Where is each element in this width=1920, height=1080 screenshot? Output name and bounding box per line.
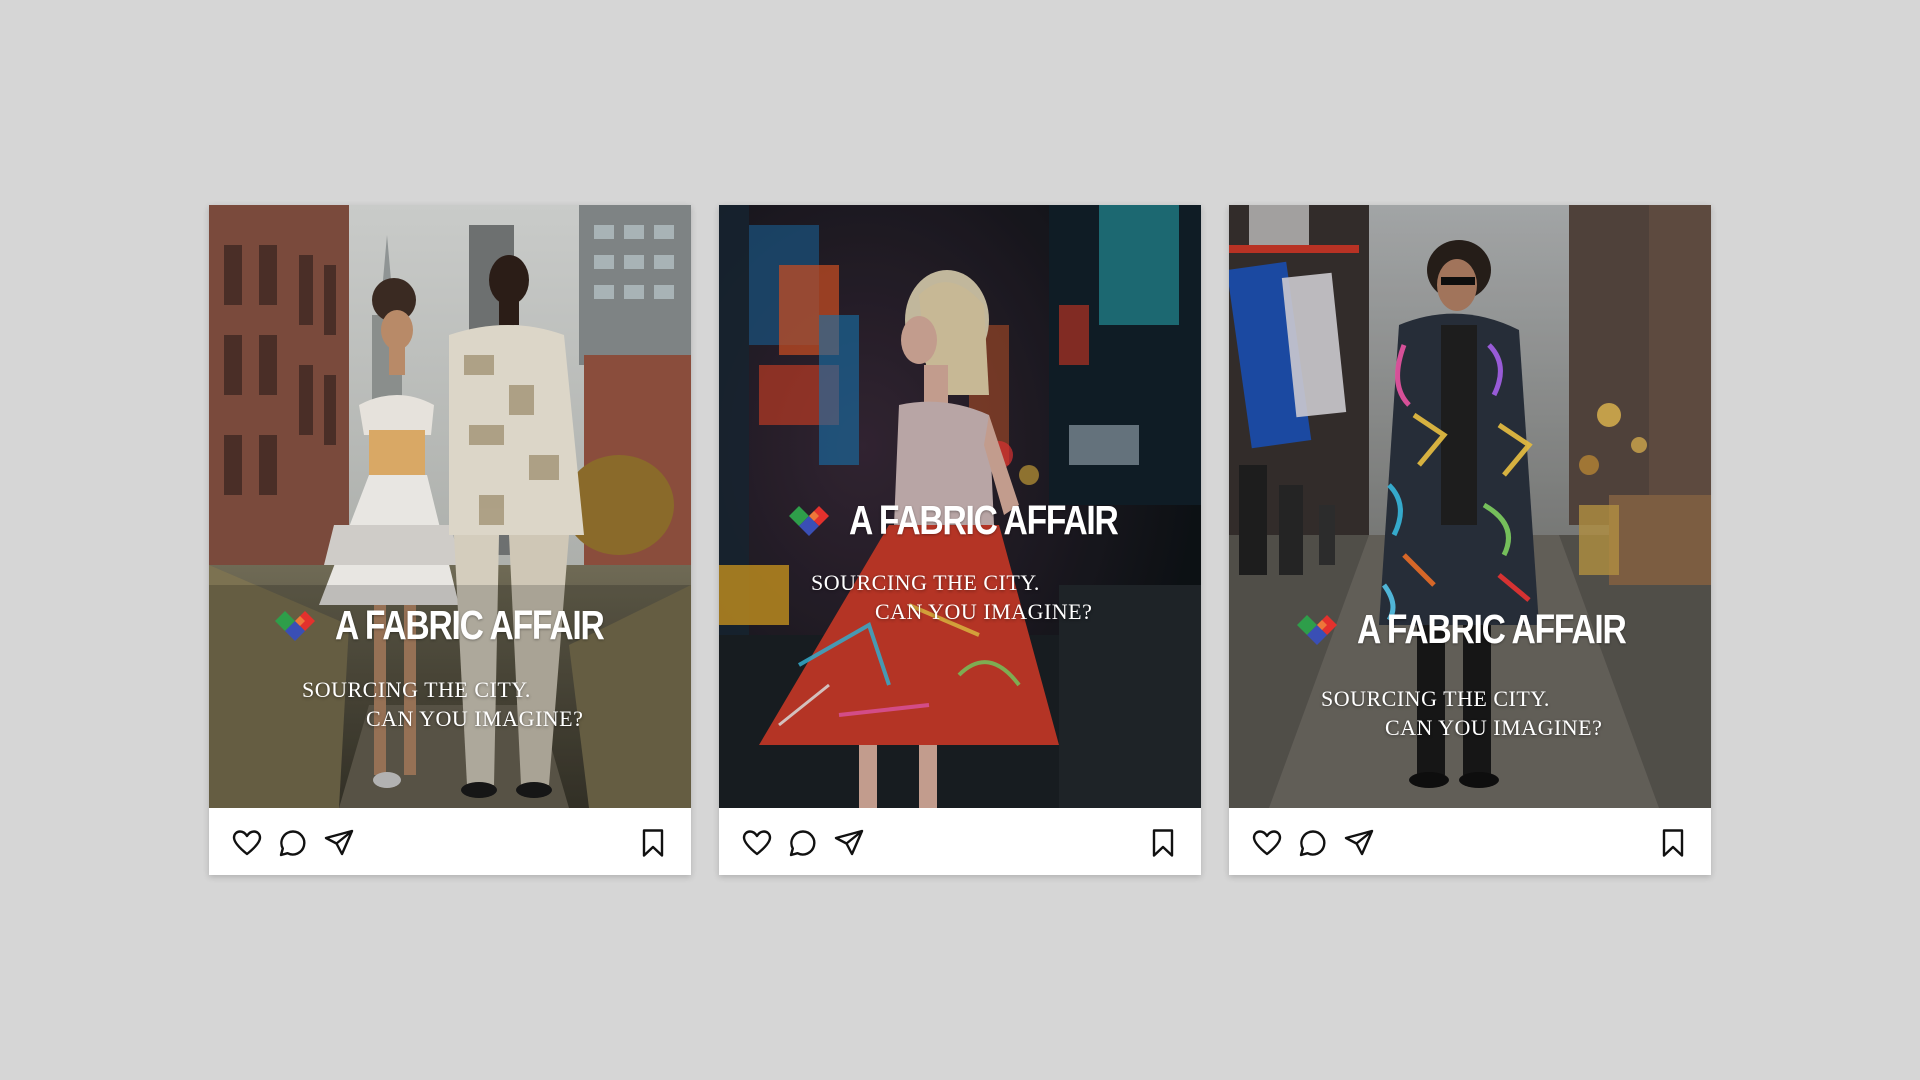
instagram-post-2: A FABRIC AFFAIR SOURCING THE CITY. CAN Y… [719, 205, 1201, 875]
brand-lockup: A FABRIC AFFAIR [1297, 606, 1685, 653]
post-action-bar [209, 808, 691, 875]
post-tagline: SOURCING THE CITY. CAN YOU IMAGINE? [1321, 684, 1602, 742]
comment-icon[interactable] [277, 827, 309, 859]
tagline-line-1: SOURCING THE CITY. [811, 570, 1040, 595]
brand-wordmark: A FABRIC AFFAIR [849, 497, 1119, 543]
brand-wordmark: A FABRIC AFFAIR [335, 602, 605, 648]
logo-icon [789, 505, 829, 536]
logo-icon [275, 610, 315, 641]
heart-icon[interactable] [741, 827, 773, 859]
brand-lockup: A FABRIC AFFAIR [789, 497, 1177, 544]
bookmark-icon[interactable] [637, 827, 669, 859]
tagline-line-2: CAN YOU IMAGINE? [875, 599, 1093, 624]
comment-icon[interactable] [787, 827, 819, 859]
share-icon[interactable] [833, 827, 865, 859]
post-photo-woman-neon-dress[interactable]: A FABRIC AFFAIR SOURCING THE CITY. CAN Y… [719, 205, 1201, 808]
share-icon[interactable] [323, 827, 355, 859]
heart-icon[interactable] [1251, 827, 1283, 859]
tagline-line-2: CAN YOU IMAGINE? [366, 706, 584, 731]
heart-icon[interactable] [231, 827, 263, 859]
post-tagline: SOURCING THE CITY. CAN YOU IMAGINE? [302, 675, 583, 733]
bookmark-icon[interactable] [1147, 827, 1179, 859]
logo-icon [1297, 614, 1337, 645]
brand-lockup: A FABRIC AFFAIR [275, 602, 663, 649]
bookmark-icon[interactable] [1657, 827, 1689, 859]
brand-wordmark: A FABRIC AFFAIR [1357, 606, 1627, 652]
post-photo-man-neon-coat[interactable]: A FABRIC AFFAIR SOURCING THE CITY. CAN Y… [1229, 205, 1711, 808]
mockup-board: A FABRIC AFFAIR SOURCING THE CITY. CAN Y… [0, 0, 1920, 1080]
share-icon[interactable] [1343, 827, 1375, 859]
comment-icon[interactable] [1297, 827, 1329, 859]
instagram-post-3: A FABRIC AFFAIR SOURCING THE CITY. CAN Y… [1229, 205, 1711, 875]
post-tagline: SOURCING THE CITY. CAN YOU IMAGINE? [811, 568, 1092, 626]
post-photo-couple-newspaper-outfits[interactable]: A FABRIC AFFAIR SOURCING THE CITY. CAN Y… [209, 205, 691, 808]
post-action-bar [719, 808, 1201, 875]
tagline-line-2: CAN YOU IMAGINE? [1385, 715, 1603, 740]
instagram-post-1: A FABRIC AFFAIR SOURCING THE CITY. CAN Y… [209, 205, 691, 875]
tagline-line-1: SOURCING THE CITY. [1321, 686, 1550, 711]
post-action-bar [1229, 808, 1711, 875]
tagline-line-1: SOURCING THE CITY. [302, 677, 531, 702]
